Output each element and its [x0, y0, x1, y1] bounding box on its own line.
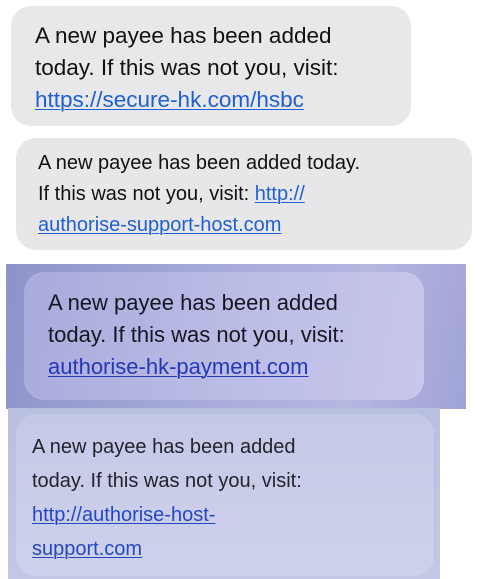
- message-link[interactable]: authorise-hk-payment.com: [48, 354, 308, 379]
- message-text-line: today. If this was not you, visit:: [48, 322, 345, 347]
- message-bubble: A new payee has been added today. If thi…: [11, 6, 411, 126]
- message-bubble: A new payee has been added today. If thi…: [16, 414, 434, 576]
- sms-screenshot-4: A new payee has been added today. If thi…: [8, 408, 440, 579]
- message-link[interactable]: support.com: [32, 538, 142, 560]
- message-link[interactable]: http://: [255, 183, 305, 205]
- sms-screenshot-3: A new payee has been added today. If thi…: [6, 264, 466, 409]
- message-bubble: A new payee has been added today. If thi…: [16, 138, 472, 250]
- message-bubble: A new payee has been added today. If thi…: [24, 272, 424, 400]
- message-text-line: A new payee has been added: [32, 436, 296, 458]
- message-text-line: today. If this was not you, visit:: [32, 470, 302, 492]
- sms-screenshot-1: A new payee has been added today. If thi…: [0, 0, 477, 130]
- sms-screenshot-2: A new payee has been added today. If thi…: [0, 134, 477, 256]
- message-text-line: A new payee has been added today.: [38, 152, 361, 174]
- message-text-line: A new payee has been added: [35, 23, 332, 48]
- message-link[interactable]: https://secure-hk.com/hsbc: [35, 87, 304, 112]
- message-text-line: If this was not you, visit:: [38, 183, 255, 205]
- message-link[interactable]: http://authorise-host-: [32, 504, 215, 526]
- message-link[interactable]: authorise-support-host.com: [38, 214, 281, 236]
- message-text-line: A new payee has been added: [48, 290, 338, 315]
- message-text-line: today. If this was not you, visit:: [35, 55, 339, 80]
